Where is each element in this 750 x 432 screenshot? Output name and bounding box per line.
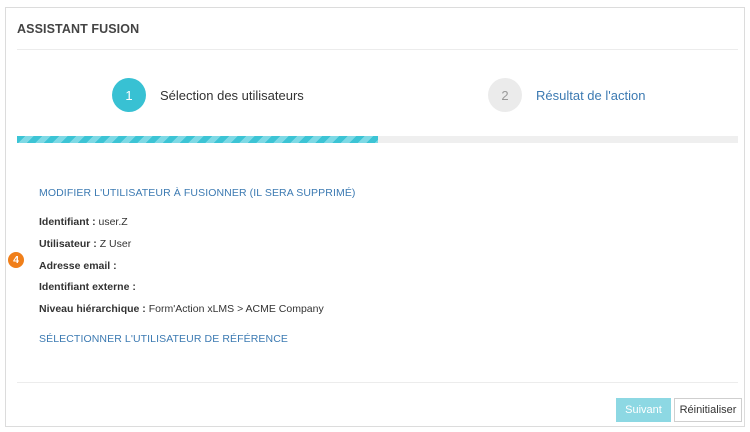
select-reference-user-link[interactable]: SÉLECTIONNER L'UTILISATEUR DE RÉFÉRENCE [39, 333, 288, 345]
reset-button[interactable]: Réinitialiser [674, 398, 742, 422]
progress-fill [17, 136, 378, 143]
step-1-label: Sélection des utilisateurs [160, 87, 304, 103]
field-utilisateur: Utilisateur : Z User [39, 238, 131, 250]
callout-number-badge: 4 [8, 252, 24, 268]
field-identifiant: Identifiant : user.Z [39, 216, 128, 228]
wizard-progress-bar [17, 136, 738, 143]
field-label: Adresse email : [39, 260, 117, 272]
field-identifiant-externe: Identifiant externe : [39, 281, 136, 293]
field-value: Form'Action xLMS > ACME Company [148, 303, 324, 315]
field-label: Identifiant externe : [39, 281, 136, 293]
step-2[interactable]: 2 Résultat de l'action [488, 78, 645, 112]
footer-divider [17, 382, 738, 383]
field-niveau-hierarchique: Niveau hiérarchique : Form'Action xLMS >… [39, 303, 324, 315]
step-1: 1 Sélection des utilisateurs [112, 78, 304, 112]
field-label: Niveau hiérarchique : [39, 303, 146, 315]
field-value: Z User [99, 238, 132, 250]
merge-assistant-panel: ASSISTANT FUSION 1 Sélection des utilisa… [5, 7, 745, 427]
field-value: user.Z [98, 216, 128, 228]
step-2-number: 2 [488, 78, 522, 112]
step-2-label[interactable]: Résultat de l'action [536, 88, 645, 103]
panel-title: ASSISTANT FUSION [17, 22, 140, 36]
header-divider [17, 49, 738, 50]
field-adresse-email: Adresse email : [39, 260, 117, 272]
next-button[interactable]: Suivant [616, 398, 671, 422]
modify-user-link[interactable]: MODIFIER L'UTILISATEUR À FUSIONNER (IL S… [39, 187, 356, 199]
field-label: Utilisateur : [39, 238, 97, 250]
step-1-number: 1 [112, 78, 146, 112]
field-label: Identifiant : [39, 216, 96, 228]
